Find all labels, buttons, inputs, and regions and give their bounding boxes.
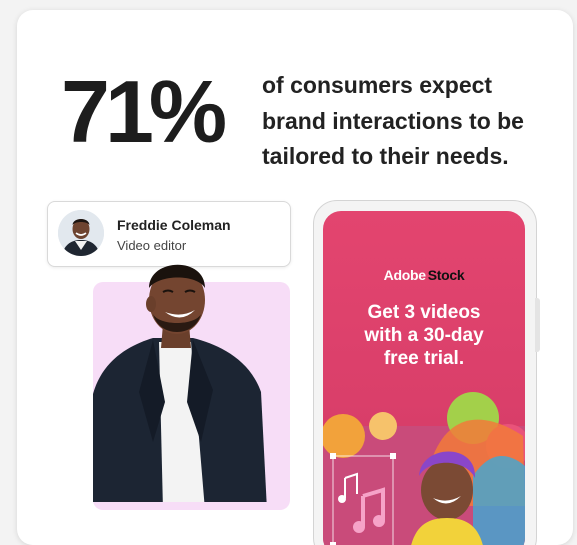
stat-description: of consumers expect brand interactions t…: [262, 72, 524, 170]
avatar: [58, 210, 104, 256]
avatar-image: [58, 210, 104, 256]
person-photo: [93, 264, 290, 510]
content-card: 71% of consumers expect brand interactio…: [17, 10, 573, 545]
promo-line-3: free trial.: [383, 348, 465, 370]
promo-line-2: with a 30-day: [364, 325, 484, 347]
promo-text: Get 3 videos with a 30-day free trial.: [323, 301, 525, 371]
profile-name: Freddie Coleman: [117, 217, 231, 233]
promo-artwork: [323, 392, 525, 545]
phone-screen: Adobe Stock Get 3 videos with a 30-day fr…: [323, 211, 525, 545]
brand-stock: Stock: [427, 267, 465, 283]
person-illustration: [93, 264, 267, 502]
phone-mockup: Adobe Stock Get 3 videos with a 30-day fr…: [313, 200, 537, 545]
stat-value: 71%: [61, 62, 227, 161]
phone-side-button: [535, 298, 540, 352]
brand-adobe: Adobe: [383, 267, 426, 283]
promo-line-1: Get 3 videos: [367, 302, 481, 323]
profile-role: Video editor: [117, 238, 187, 253]
adobe-stock-logo: Adobe Stock: [323, 267, 525, 283]
